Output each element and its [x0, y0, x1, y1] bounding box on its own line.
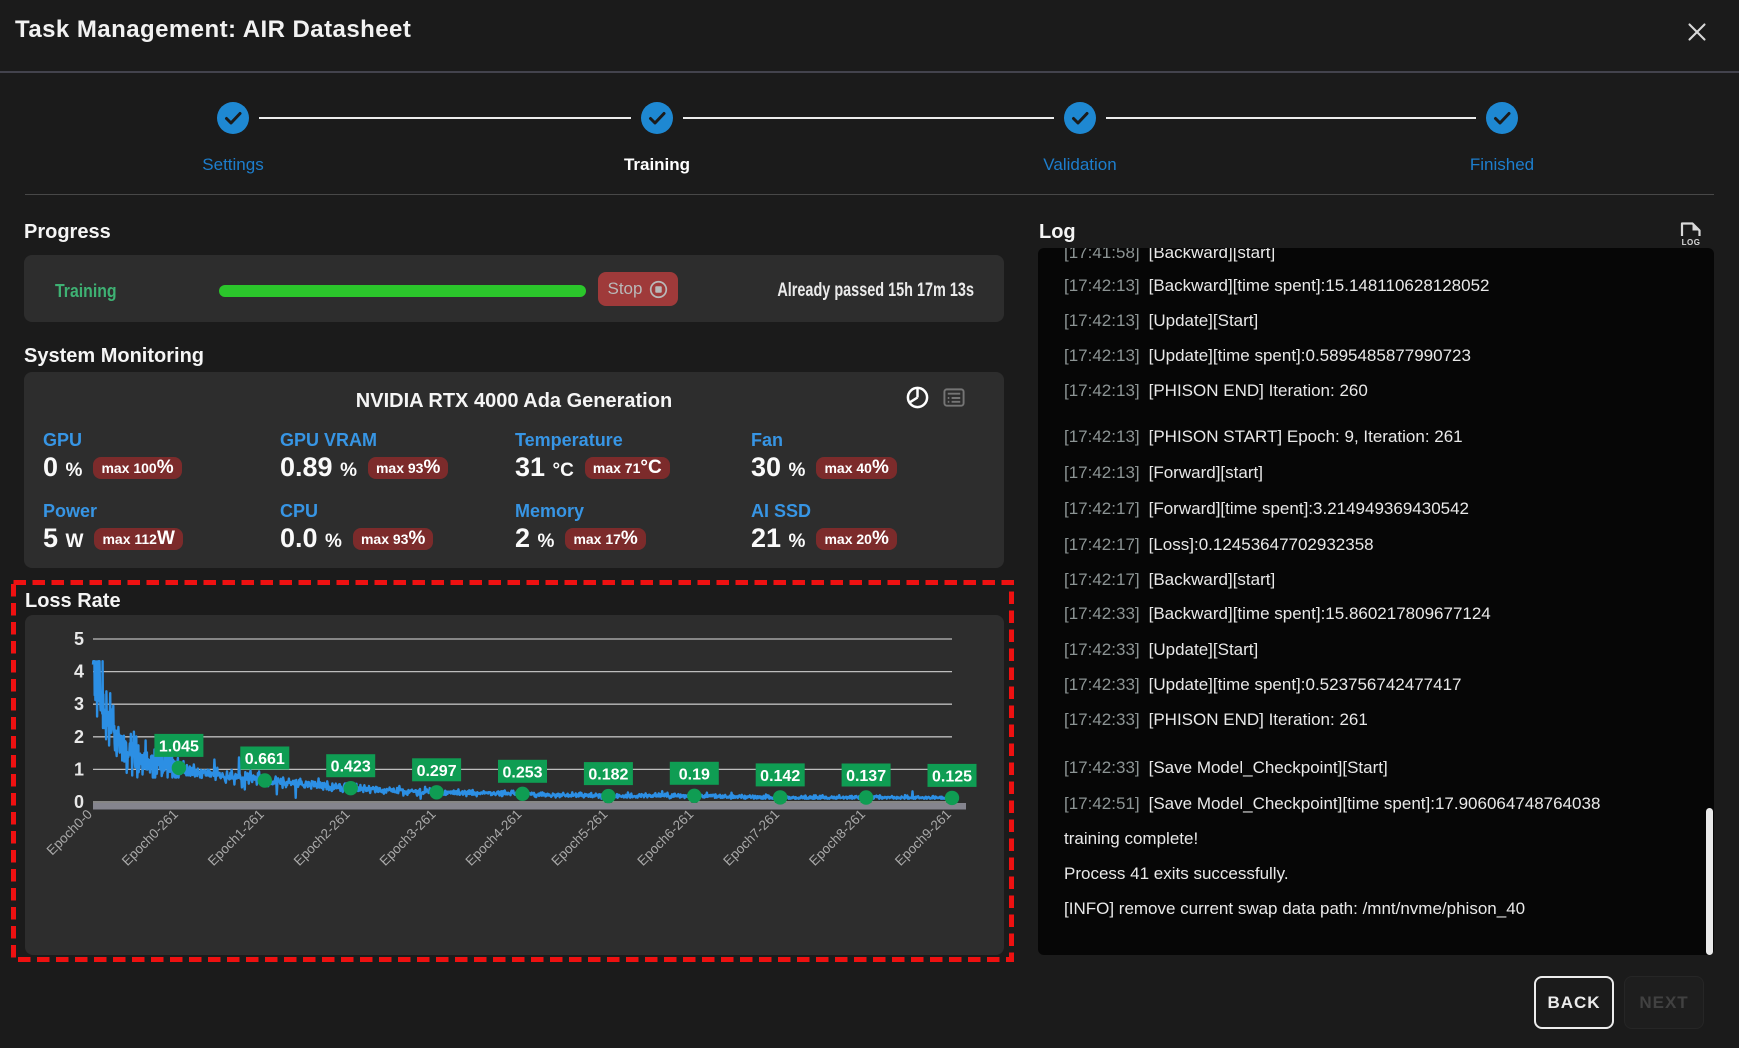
svg-text:Epoch2-261: Epoch2-261 [291, 807, 353, 869]
svg-text:0.423: 0.423 [331, 759, 371, 776]
svg-text:0.182: 0.182 [588, 767, 628, 784]
svg-text:0.142: 0.142 [760, 768, 800, 785]
svg-text:Epoch8-261: Epoch8-261 [806, 807, 868, 869]
svg-text:5: 5 [74, 629, 84, 649]
svg-text:Epoch0-0: Epoch0-0 [44, 807, 95, 858]
svg-text:Epoch4-261: Epoch4-261 [463, 807, 525, 869]
svg-text:2: 2 [74, 727, 84, 747]
svg-text:0.297: 0.297 [417, 763, 457, 780]
svg-text:Epoch7-261: Epoch7-261 [720, 807, 782, 869]
svg-text:1: 1 [74, 759, 84, 779]
svg-text:4: 4 [74, 662, 84, 682]
svg-text:LOG: LOG [1682, 238, 1701, 246]
svg-text:Epoch9-261: Epoch9-261 [892, 807, 954, 869]
svg-text:Epoch3-261: Epoch3-261 [377, 807, 439, 869]
svg-text:1.045: 1.045 [159, 738, 199, 755]
svg-text:0.661: 0.661 [245, 751, 285, 768]
svg-text:Epoch6-261: Epoch6-261 [634, 807, 696, 869]
svg-text:0.19: 0.19 [679, 766, 710, 783]
svg-text:0.137: 0.137 [846, 768, 886, 785]
svg-text:0.253: 0.253 [502, 764, 542, 781]
svg-text:0.125: 0.125 [932, 768, 972, 785]
svg-text:3: 3 [74, 694, 84, 714]
svg-text:Epoch0-261: Epoch0-261 [119, 807, 181, 869]
svg-text:Epoch1-261: Epoch1-261 [205, 807, 267, 869]
svg-text:Epoch5-261: Epoch5-261 [548, 807, 610, 869]
